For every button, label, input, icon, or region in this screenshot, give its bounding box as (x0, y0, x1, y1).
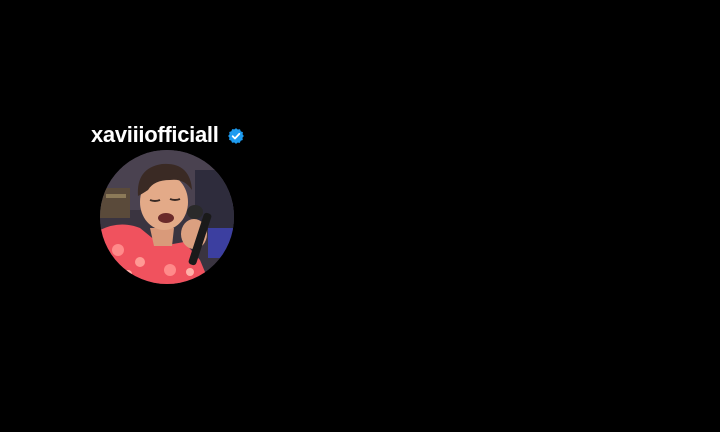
username[interactable]: xaviiiofficiall (91, 120, 219, 150)
stage: xaviiiofficiall (0, 0, 720, 432)
verified-badge-icon (227, 127, 245, 145)
profile-avatar[interactable] (100, 150, 234, 284)
profile-header: xaviiiofficiall (91, 120, 245, 150)
avatar-illustration (100, 150, 234, 284)
